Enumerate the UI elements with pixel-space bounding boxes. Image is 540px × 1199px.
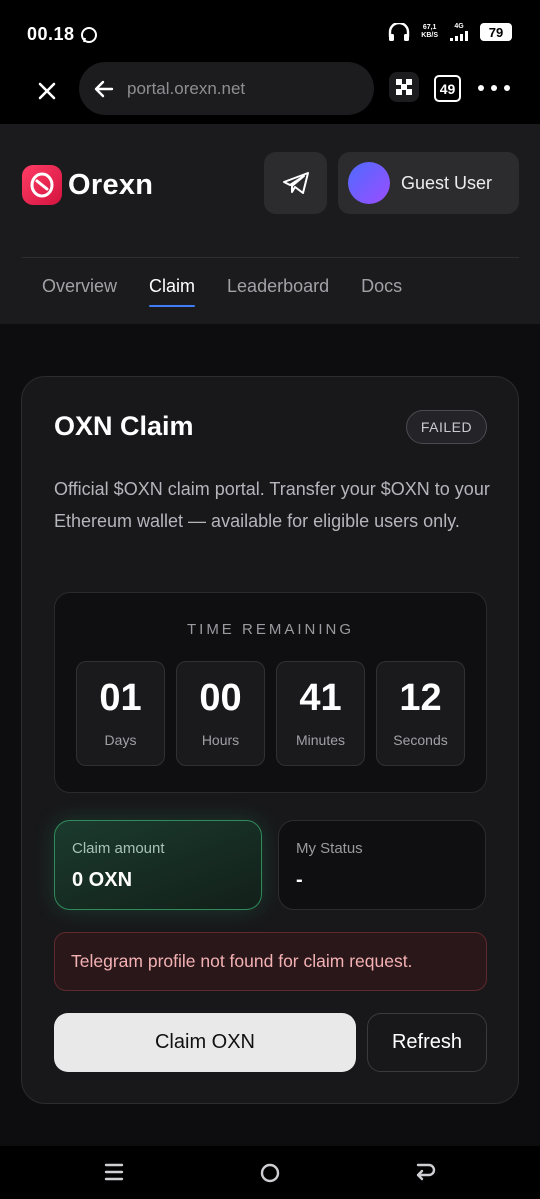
arrow-left-icon[interactable] — [93, 78, 115, 100]
error-message: Telegram profile not found for claim req… — [54, 932, 487, 991]
countdown-units: 01 Days 00 Hours 41 Minutes 12 Seconds — [76, 661, 465, 766]
logo-mark-icon — [22, 165, 62, 205]
main-nav: Overview Claim Leaderboard Docs — [42, 276, 402, 307]
my-status-label: My Status — [296, 840, 363, 857]
extensions-button[interactable] — [389, 72, 419, 102]
url-text[interactable]: portal.orexn.net — [127, 79, 245, 99]
status-time: 00.18 — [27, 24, 75, 44]
whatsapp-icon — [81, 27, 97, 43]
my-status-value: - — [296, 869, 303, 891]
logo[interactable]: Orexn — [22, 165, 153, 205]
recent-apps-icon[interactable] — [104, 1162, 124, 1182]
claim-amount-box: Claim amount 0 OXN — [54, 820, 262, 910]
error-text: Telegram profile not found for claim req… — [71, 951, 413, 971]
status-bar: 00.18 67,1 KB/S 4G 79 — [0, 0, 540, 62]
claim-amount-label: Claim amount — [72, 840, 165, 857]
network-speed-unit: KB/S — [421, 32, 438, 39]
main-content: OXN Claim FAILED Official $OXN claim por… — [0, 324, 540, 1146]
card-description: Official $OXN claim portal. Transfer you… — [54, 479, 490, 531]
more-menu-button[interactable] — [478, 76, 510, 100]
site-header: Orexn Guest User Overview Claim Leaderbo… — [0, 124, 540, 324]
status-indicators: 67,1 KB/S 4G 79 — [387, 23, 512, 41]
battery-indicator: 79 — [480, 23, 512, 41]
signal-indicator: 4G — [448, 23, 470, 41]
divider — [22, 257, 519, 258]
my-status-box: My Status - — [278, 820, 486, 910]
countdown-days: 01 Days — [76, 661, 165, 766]
signal-bars-icon — [450, 31, 468, 41]
status-badge: FAILED — [406, 410, 487, 444]
nav-leaderboard[interactable]: Leaderboard — [227, 276, 329, 307]
browser-toolbar: portal.orexn.net 49 — [0, 62, 540, 124]
countdown-panel: TIME REMAINING 01 Days 00 Hours 41 Minut… — [54, 592, 487, 793]
countdown-seconds: 12 Seconds — [376, 661, 465, 766]
telegram-button[interactable] — [264, 152, 327, 214]
claim-button[interactable]: Claim OXN — [54, 1013, 356, 1072]
claim-card: OXN Claim FAILED Official $OXN claim por… — [21, 376, 519, 1104]
address-bar[interactable]: portal.orexn.net — [79, 62, 374, 115]
home-icon[interactable] — [259, 1162, 281, 1184]
headphones-icon — [389, 23, 410, 41]
user-name: Guest User — [401, 172, 493, 193]
countdown-unit-label: Minutes — [295, 732, 346, 748]
countdown-unit-label: Hours — [201, 732, 240, 748]
network-speed: 67,1 KB/S — [421, 24, 438, 40]
countdown-value: 00 — [199, 677, 242, 719]
claim-amount-value: 0 OXN — [72, 869, 133, 891]
logo-text: Orexn — [68, 168, 154, 201]
countdown-value: 41 — [299, 677, 342, 719]
grid-apps-icon — [396, 79, 412, 95]
refresh-button[interactable]: Refresh — [367, 1013, 487, 1072]
countdown-value: 12 — [399, 677, 442, 719]
countdown-unit-label: Days — [104, 732, 137, 748]
network-speed-value: 67,1 — [422, 24, 437, 31]
user-menu-button[interactable]: Guest User — [338, 152, 519, 214]
avatar — [348, 162, 390, 204]
nav-docs[interactable]: Docs — [361, 276, 402, 307]
nav-overview[interactable]: Overview — [42, 276, 117, 307]
telegram-icon — [282, 172, 309, 194]
dot-icon — [491, 85, 497, 91]
tabs-button[interactable]: 49 — [434, 75, 461, 102]
dot-icon — [504, 85, 510, 91]
back-icon[interactable] — [414, 1162, 436, 1182]
nav-claim[interactable]: Claim — [149, 276, 196, 307]
close-icon[interactable] — [34, 78, 60, 104]
network-type: 4G — [454, 23, 464, 30]
system-navigation-bar — [0, 1146, 540, 1199]
countdown-value: 01 — [99, 677, 142, 719]
countdown-minutes: 41 Minutes — [276, 661, 365, 766]
countdown-hours: 00 Hours — [176, 661, 265, 766]
dot-icon — [478, 85, 484, 91]
card-title: OXN Claim — [54, 411, 194, 441]
countdown-unit-label: Seconds — [393, 732, 448, 748]
countdown-label: TIME REMAINING — [186, 621, 354, 638]
